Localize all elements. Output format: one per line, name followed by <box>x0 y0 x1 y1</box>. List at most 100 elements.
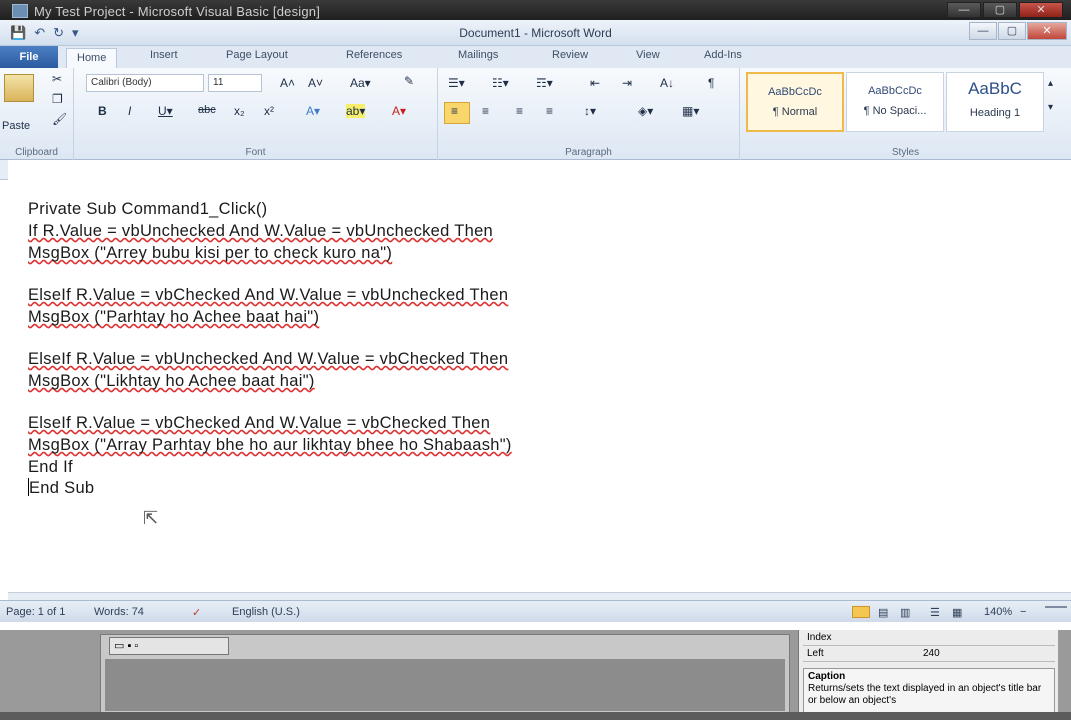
screen: My Test Project - Microsoft Visual Basic… <box>0 0 1071 720</box>
vb-form-canvas[interactable] <box>105 659 785 711</box>
numbering-button[interactable]: ☷▾ <box>492 76 509 90</box>
code-line: ElseIf R.Value = vbUnchecked And W.Value… <box>28 350 508 369</box>
clipboard-group-label: Clipboard <box>15 147 58 158</box>
font-name-combo[interactable]: Calibri (Body) <box>86 74 204 92</box>
borders-button[interactable]: ▦▾ <box>682 104 699 118</box>
horizontal-scrollbar[interactable] <box>8 592 1071 600</box>
show-marks-button[interactable]: ¶ <box>708 76 714 90</box>
code-line-text: MsgBox ("Parhtay ho Achee baat hai") <box>28 308 320 326</box>
styles-scroll-up-icon[interactable]: ▴ <box>1048 78 1053 89</box>
italic-button[interactable]: I <box>128 104 131 118</box>
vb-form-control[interactable]: ▭ ▪ ▫ <box>109 637 229 655</box>
word-close-button[interactable]: ✕ <box>1027 22 1067 40</box>
vb-window-title: My Test Project - Microsoft Visual Basic… <box>34 4 321 19</box>
style-normal-name: ¶ Normal <box>772 106 818 118</box>
property-row[interactable]: Left 240 <box>803 648 1055 662</box>
tab-home[interactable]: Home <box>66 48 118 68</box>
code-line: End If <box>28 458 73 477</box>
multilevel-list-button[interactable]: ☶▾ <box>536 76 553 90</box>
tab-view[interactable]: View <box>636 49 660 61</box>
word-window-title: Document1 - Microsoft Word <box>459 26 612 40</box>
tab-page-layout[interactable]: Page Layout <box>226 49 288 61</box>
font-group: Calibri (Body) 11 A˄ A˅ Aa▾ ✎ B I U▾ abc… <box>74 68 438 160</box>
property-help-title: Caption <box>808 671 846 682</box>
line-spacing-button[interactable]: ↕▾ <box>584 104 596 118</box>
paste-button[interactable]: Paste <box>2 120 30 132</box>
styles-group: AaBbCcDc ¶ Normal AaBbCcDc ¶ No Spaci...… <box>740 68 1071 160</box>
increase-indent-button[interactable]: ⇥ <box>622 76 632 90</box>
cut-icon[interactable]: ✂ <box>52 72 62 86</box>
font-color-button[interactable]: A▾ <box>392 104 406 118</box>
align-left-button[interactable]: ≡ <box>451 104 458 118</box>
code-line-text: Private Sub Command1_Click() <box>28 200 268 218</box>
bullets-button[interactable]: ☰▾ <box>448 76 465 90</box>
shading-button[interactable]: ◈▾ <box>638 104 653 118</box>
underline-button[interactable]: U▾ <box>158 104 173 118</box>
align-center-button[interactable]: ≡ <box>482 104 489 118</box>
tab-add-ins[interactable]: Add-Ins <box>704 49 742 61</box>
decrease-indent-button[interactable]: ⇤ <box>590 76 600 90</box>
format-painter-icon[interactable]: 🖌 <box>52 112 67 126</box>
vb-minimize-button[interactable]: — <box>947 2 981 18</box>
language-indicator[interactable]: English (U.S.) <box>232 606 300 618</box>
paste-icon[interactable] <box>4 74 34 102</box>
code-line: MsgBox ("Array Parhtay bhe ho aur likhta… <box>28 436 512 455</box>
property-value: 240 <box>923 648 940 659</box>
shrink-font-button[interactable]: A˅ <box>308 76 323 90</box>
bold-button[interactable]: B <box>98 104 107 118</box>
justify-button[interactable]: ≡ <box>546 104 553 118</box>
style-no-spacing[interactable]: AaBbCcDc ¶ No Spaci... <box>846 72 944 132</box>
tab-mailings[interactable]: Mailings <box>458 49 498 61</box>
print-layout-view-icon[interactable] <box>852 606 870 618</box>
status-bar: Page: 1 of 1 Words: 74 ✓ English (U.S.) … <box>0 600 1071 622</box>
highlight-color-button[interactable]: ab▾ <box>346 104 366 118</box>
font-size-combo[interactable]: 11 <box>208 74 262 92</box>
clear-formatting-icon[interactable]: ✎ <box>404 74 414 88</box>
document-page[interactable]: Private Sub Command1_Click() If R.Value … <box>8 160 1071 592</box>
code-line-text: End If <box>28 458 73 476</box>
zoom-level[interactable]: 140% <box>984 606 1012 618</box>
clipboard-group: Paste ✂ ❐ 🖌 Clipboard <box>0 68 74 160</box>
web-layout-view-icon[interactable]: ▥ <box>900 606 910 619</box>
style-heading-1[interactable]: AaBbC Heading 1 <box>946 72 1044 132</box>
copy-icon[interactable]: ❐ <box>52 92 63 106</box>
word-maximize-button[interactable]: ▢ <box>998 22 1026 40</box>
code-line: If R.Value = vbUnchecked And W.Value = v… <box>28 222 493 241</box>
sort-button[interactable]: A↓ <box>660 76 674 90</box>
styles-scroll-down-icon[interactable]: ▾ <box>1048 102 1053 113</box>
zoom-slider[interactable] <box>1045 606 1067 608</box>
draft-view-icon[interactable]: ▦ <box>952 606 962 619</box>
change-case-button[interactable]: Aa▾ <box>350 76 371 90</box>
proofing-icon[interactable]: ✓ <box>192 606 201 619</box>
code-line-text: MsgBox ("Array Parhtay bhe ho aur likhta… <box>28 436 512 454</box>
tab-review[interactable]: Review <box>552 49 588 61</box>
vb-close-button[interactable]: ✕ <box>1019 2 1063 18</box>
outline-view-icon[interactable]: ☰ <box>930 606 940 619</box>
full-screen-view-icon[interactable]: ▤ <box>878 606 888 619</box>
vb-window-titlebar: My Test Project - Microsoft Visual Basic… <box>0 0 1071 22</box>
style-heading-1-preview: AaBbC <box>968 79 1022 98</box>
code-line: ElseIf R.Value = vbChecked And W.Value =… <box>28 286 508 305</box>
style-no-spacing-name: ¶ No Spaci... <box>863 105 927 117</box>
code-line-text: ElseIf R.Value = vbUnchecked And W.Value… <box>28 350 509 368</box>
tab-insert[interactable]: Insert <box>150 49 178 61</box>
style-normal[interactable]: AaBbCcDc ¶ Normal <box>746 72 844 132</box>
code-line-text: ElseIf R.Value = vbChecked And W.Value =… <box>28 414 491 432</box>
strikethrough-button[interactable]: abc <box>198 104 216 116</box>
vb-form-designer[interactable]: ▭ ▪ ▫ <box>100 634 790 714</box>
subscript-button[interactable]: x₂ <box>234 104 245 118</box>
vb-maximize-button[interactable]: ▢ <box>983 2 1017 18</box>
zoom-out-button[interactable]: − <box>1020 606 1026 618</box>
page-count[interactable]: Page: 1 of 1 <box>6 606 65 618</box>
text-effects-button[interactable]: A▾ <box>306 104 320 118</box>
property-name: Index <box>807 632 832 643</box>
tab-references[interactable]: References <box>346 49 402 61</box>
word-minimize-button[interactable]: — <box>969 22 997 40</box>
align-right-button[interactable]: ≡ <box>516 104 523 118</box>
word-count[interactable]: Words: 74 <box>94 606 144 618</box>
grow-font-button[interactable]: A˄ <box>280 76 295 90</box>
vb-ide-background: ▭ ▪ ▫ Index Left 240 Caption Returns/set… <box>0 630 1071 720</box>
property-row[interactable]: Index <box>803 632 1055 646</box>
tab-file[interactable]: File <box>0 46 58 68</box>
superscript-button[interactable]: x² <box>264 104 274 118</box>
